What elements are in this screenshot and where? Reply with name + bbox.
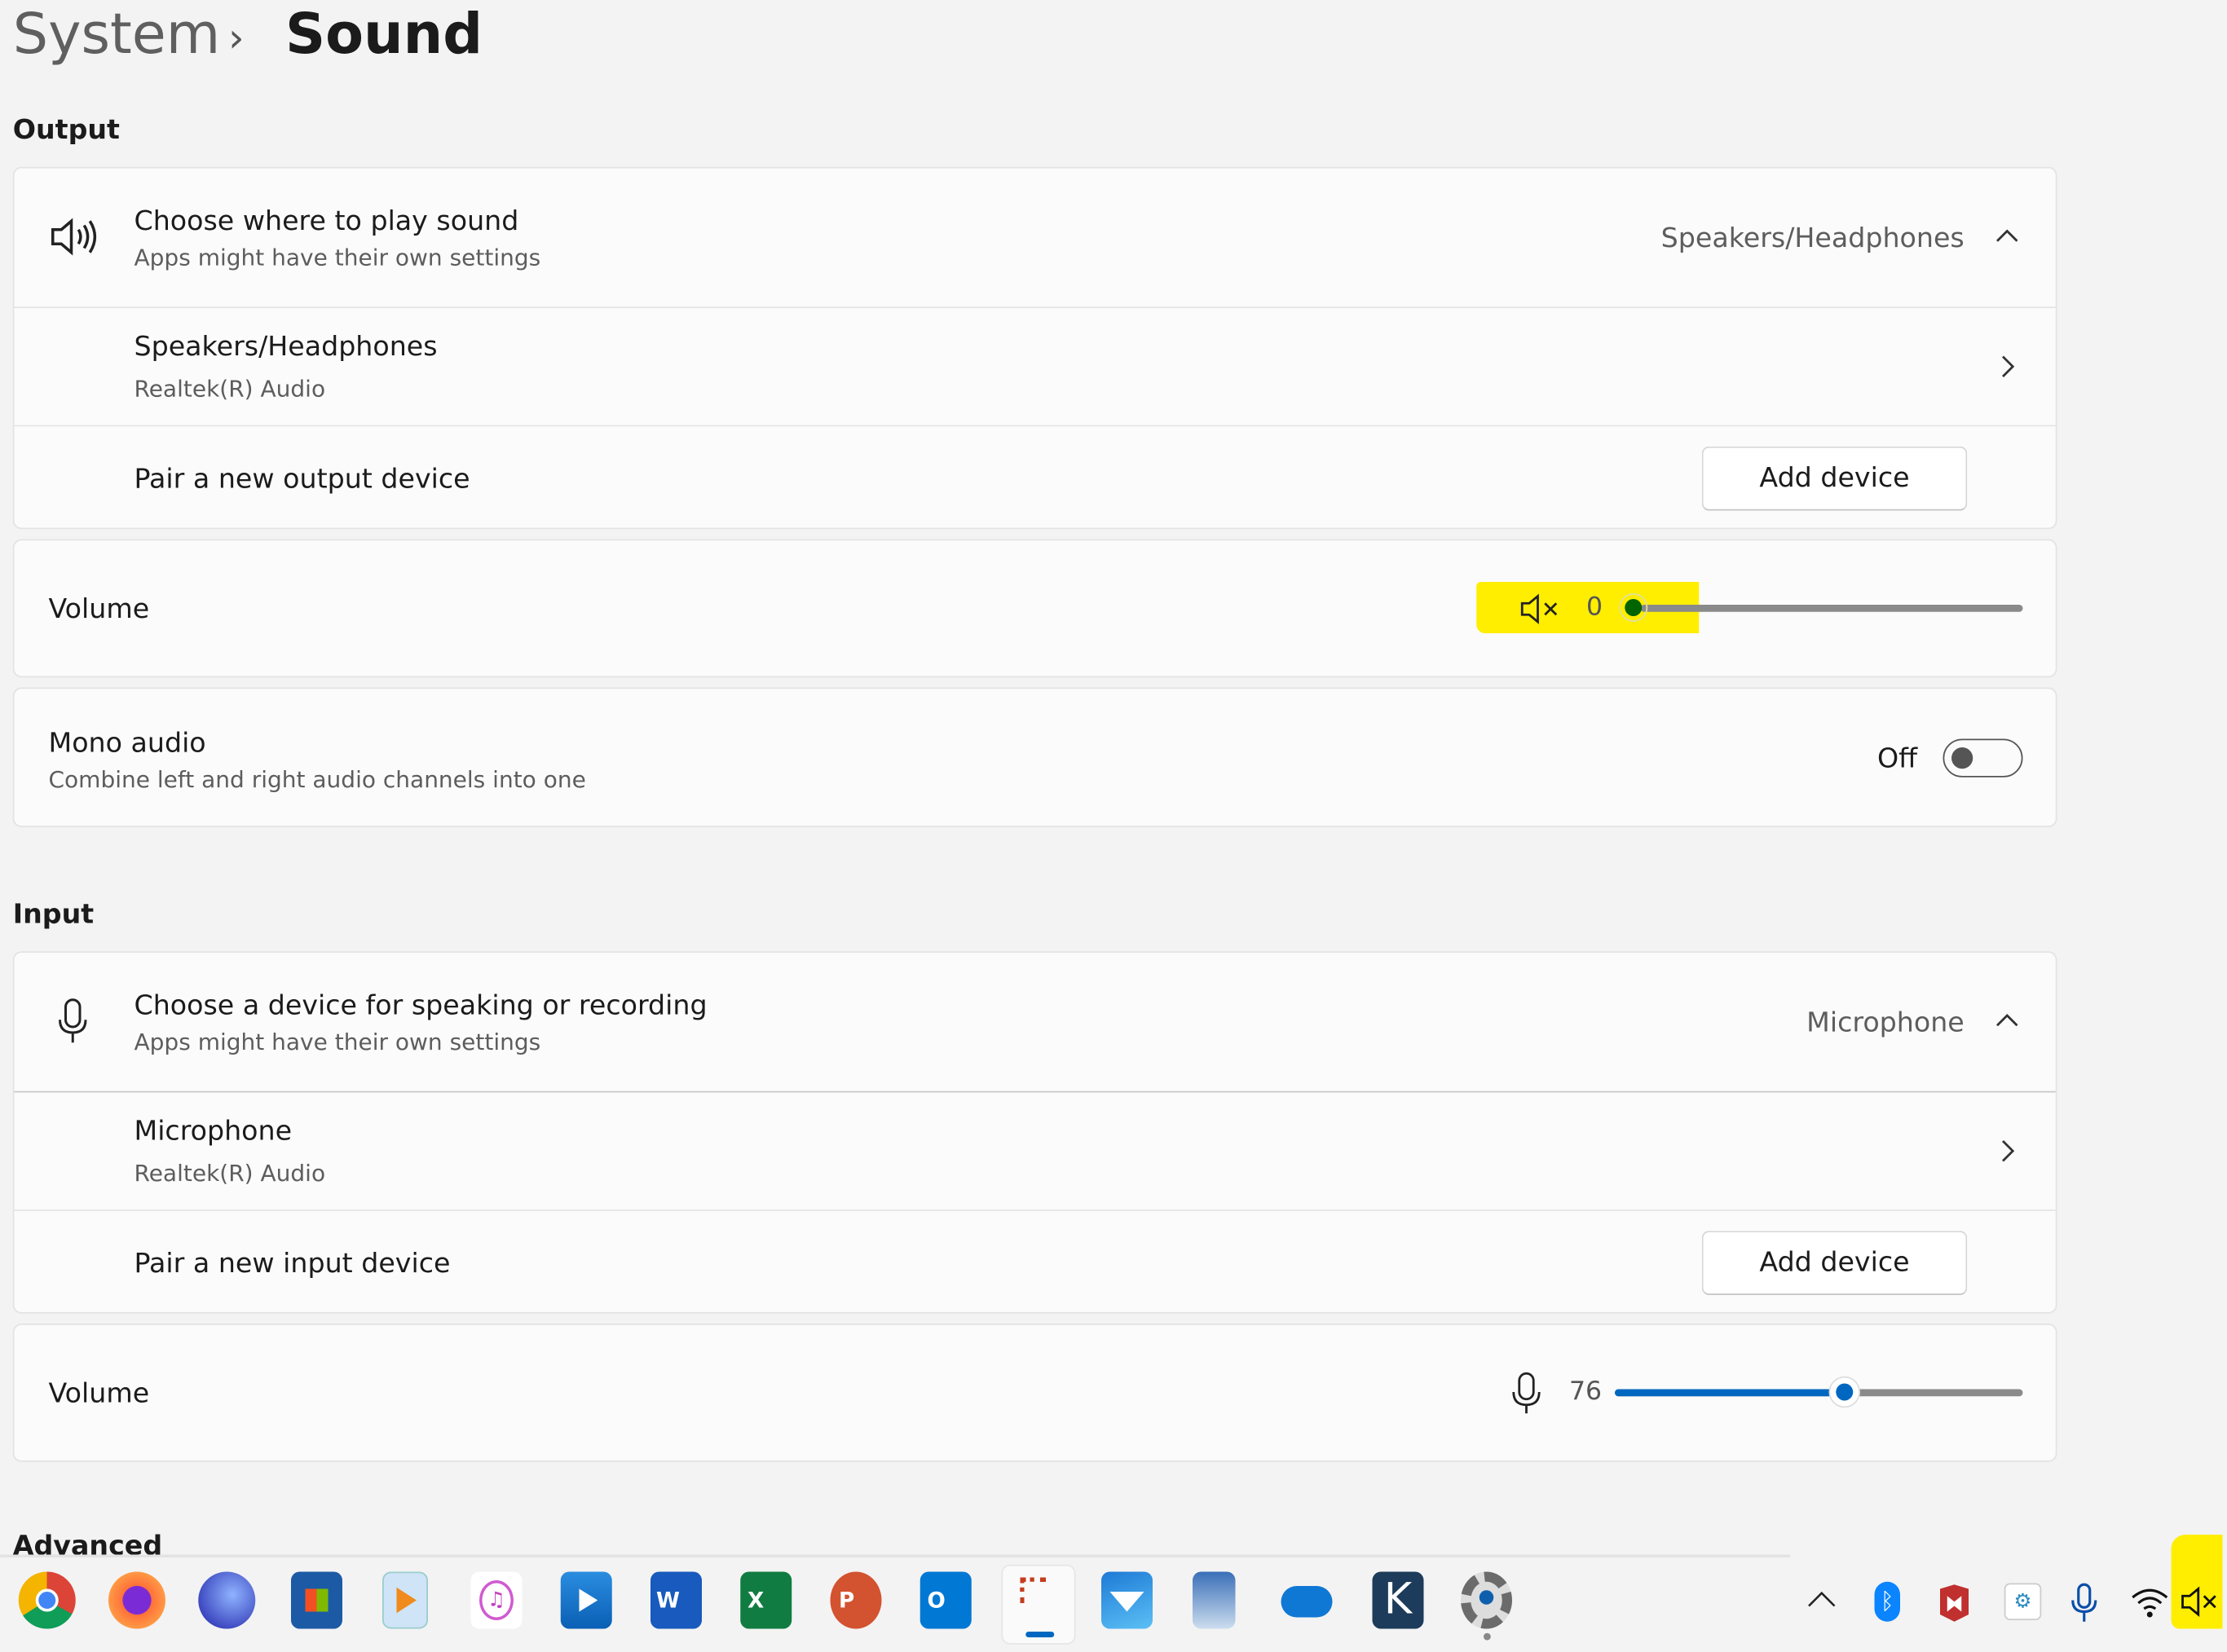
breadcrumb-separator: › — [228, 14, 245, 62]
device-driver: Realtek(R) Audio — [134, 1159, 326, 1187]
mono-audio-card: Mono audio Combine left and right audio … — [12, 687, 2057, 827]
chevron-up-icon[interactable] — [1995, 228, 2018, 243]
output-device-speakers[interactable]: Speakers/Headphones Realtek(R) Audio — [14, 306, 2056, 425]
selected-output-device: Speakers/Headphones — [1660, 222, 1965, 254]
device-name: Speakers/Headphones — [134, 331, 438, 363]
choose-input-title: Choose a device for speaking or recordin… — [134, 989, 708, 1022]
chrome-icon[interactable] — [18, 1571, 76, 1629]
output-volume-card: Volume 0 — [12, 539, 2057, 678]
page-title: Sound — [285, 2, 483, 68]
outlook-icon[interactable]: O — [919, 1571, 972, 1629]
choose-output-title: Choose where to play sound — [134, 205, 519, 237]
chevron-up-icon[interactable] — [1995, 1013, 2018, 1028]
settings-window: System › Sound Output Choose where to pl… — [0, 0, 2227, 1652]
pair-input-row: Pair a new input device Add device — [14, 1209, 2056, 1315]
taskbar-divider — [0, 1554, 1791, 1557]
word-icon[interactable]: W — [650, 1571, 702, 1629]
choose-output-row[interactable]: Choose where to play sound Apps might ha… — [15, 169, 2056, 307]
advanced-heading: Advanced — [12, 1530, 163, 1555]
mono-audio-state: Off — [1877, 742, 1918, 775]
choose-input-row[interactable]: Choose a device for speaking or recordin… — [15, 953, 2056, 1091]
output-volume-value: 0 — [1586, 592, 1603, 622]
input-volume-slider-fill — [1615, 1389, 1845, 1397]
device-driver: Realtek(R) Audio — [134, 375, 326, 403]
itunes-icon[interactable]: ♫ — [470, 1571, 523, 1629]
chevron-right-icon — [2002, 355, 2015, 377]
toggle-knob — [1951, 747, 1973, 769]
pair-input-label: Pair a new input device — [134, 1248, 451, 1280]
speaker-muted-icon[interactable] — [1519, 593, 1563, 625]
running-indicator — [1484, 1632, 1491, 1641]
media-player-icon[interactable] — [382, 1571, 428, 1629]
k-app-icon[interactable]: K — [1372, 1571, 1424, 1629]
mono-audio-subtitle: Combine left and right audio channels in… — [48, 765, 586, 793]
snipping-tool-icon — [1020, 1577, 1046, 1603]
mail-icon[interactable] — [1101, 1571, 1153, 1629]
device-name: Microphone — [134, 1115, 293, 1148]
mcafee-icon[interactable] — [1938, 1584, 1970, 1623]
breadcrumb-system[interactable]: System — [13, 3, 221, 68]
settings-icon[interactable] — [1461, 1571, 1512, 1629]
output-volume-slider-track[interactable] — [1640, 605, 2023, 612]
input-volume-slider-track[interactable] — [1615, 1389, 2023, 1397]
bluetooth-icon[interactable]: ᛒ — [1874, 1581, 1900, 1622]
thumb-dot — [1835, 1383, 1853, 1401]
excel-icon[interactable]: X — [740, 1571, 792, 1629]
choose-input-subtitle: Apps might have their own settings — [134, 1028, 541, 1055]
firefox-icon[interactable] — [108, 1571, 165, 1629]
browser-icon[interactable] — [198, 1571, 256, 1629]
movies-tv-icon[interactable] — [560, 1571, 612, 1629]
mono-audio-title: Mono audio — [48, 727, 206, 760]
choose-output-subtitle: Apps might have their own settings — [134, 244, 541, 271]
pair-output-label: Pair a new output device — [134, 463, 470, 496]
input-volume-label: Volume — [48, 1377, 150, 1410]
selected-input-device: Microphone — [1806, 1007, 1965, 1039]
brain-app-icon[interactable]: ⚙ — [2004, 1583, 2042, 1620]
microphone-icon — [59, 998, 87, 1043]
paint-icon[interactable] — [1193, 1571, 1236, 1629]
input-device-card: Choose a device for speaking or recordin… — [12, 951, 2057, 1315]
microphone-icon[interactable] — [1512, 1372, 1541, 1416]
snipping-tool-button[interactable] — [1001, 1564, 1076, 1645]
add-output-device-button[interactable]: Add device — [1701, 446, 1968, 511]
chevron-right-icon — [2002, 1140, 2015, 1162]
onedrive-icon[interactable] — [1281, 1586, 1333, 1618]
pair-output-row: Pair a new output device Add device — [14, 425, 2056, 531]
output-volume-label: Volume — [48, 593, 150, 625]
tray-volume-muted-icon[interactable] — [2180, 1586, 2220, 1618]
input-volume-card: Volume 76 — [12, 1324, 2057, 1462]
powerpoint-icon[interactable]: P — [830, 1571, 882, 1629]
show-hidden-icons-chevron-icon[interactable] — [1807, 1590, 1836, 1607]
output-volume-slider-thumb[interactable] — [1625, 599, 1643, 616]
output-device-card: Choose where to play sound Apps might ha… — [12, 166, 2057, 531]
input-heading: Input — [12, 898, 95, 931]
mono-audio-toggle[interactable] — [1943, 738, 2023, 778]
input-device-microphone[interactable]: Microphone Realtek(R) Audio — [14, 1090, 2056, 1209]
add-input-device-button[interactable]: Add device — [1701, 1231, 1968, 1295]
active-app-indicator — [1025, 1632, 1055, 1637]
speaker-icon — [51, 218, 97, 256]
wifi-icon[interactable] — [2132, 1586, 2169, 1618]
microsoft-store-icon[interactable] — [291, 1571, 342, 1629]
tray-microphone-icon[interactable] — [2071, 1583, 2097, 1623]
input-volume-value: 76 — [1569, 1376, 1603, 1407]
input-volume-slider-thumb[interactable] — [1828, 1376, 1860, 1408]
output-heading: Output — [12, 114, 120, 146]
